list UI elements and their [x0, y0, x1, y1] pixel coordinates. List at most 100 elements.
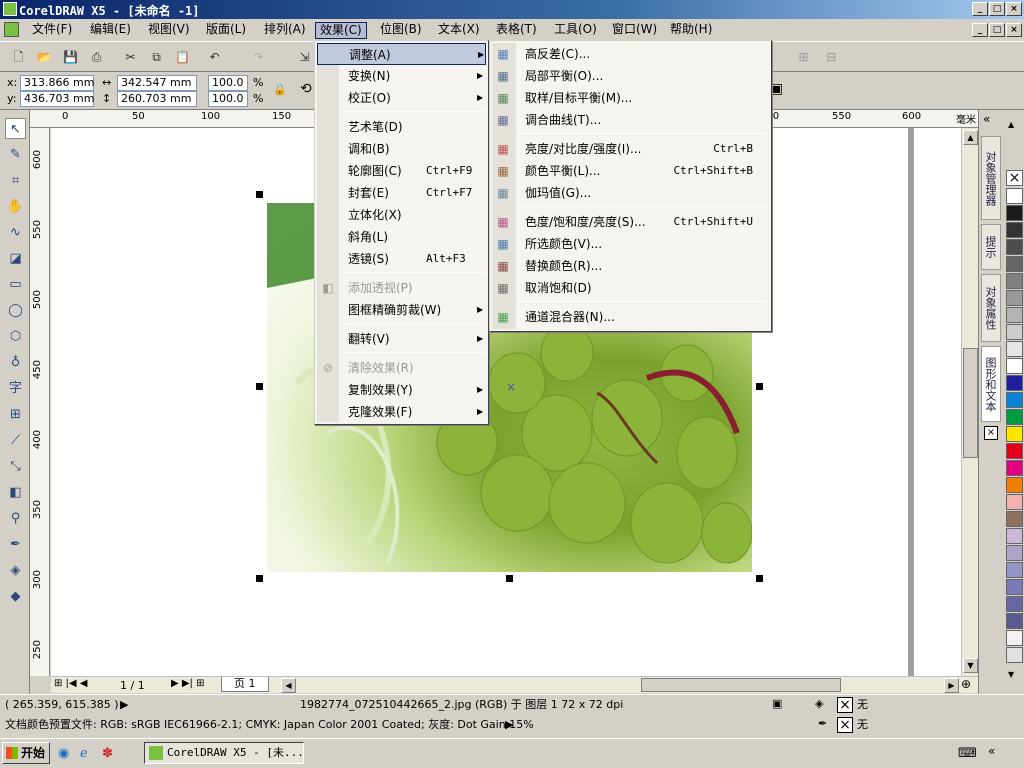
new-icon[interactable]: 🗋	[10, 49, 27, 66]
color-swatch[interactable]	[1006, 494, 1023, 510]
doc-restore-button[interactable]: □	[989, 23, 1005, 37]
menu-window[interactable]: 窗口(W)	[608, 22, 661, 39]
color-swatch[interactable]	[1006, 443, 1023, 459]
effects-item[interactable]: 斜角(L)	[317, 226, 486, 248]
h-scroll-thumb[interactable]	[641, 678, 841, 692]
keyboard-icon[interactable]: ⌨	[958, 746, 977, 761]
ellipse-tool-icon[interactable]: ◯	[5, 300, 26, 321]
scroll-down-button[interactable]: ▼	[963, 658, 978, 673]
vertical-scrollbar[interactable]: ▲ ▼	[961, 128, 978, 676]
docker-tab-object-properties[interactable]: 对象属性	[981, 274, 1001, 342]
color-swatch[interactable]	[1006, 579, 1023, 595]
freehand-tool-icon[interactable]: ∿	[5, 222, 26, 243]
color-swatch[interactable]	[1006, 545, 1023, 561]
effects-item[interactable]: 轮廓图(C) Ctrl+F9	[317, 160, 486, 182]
docker-collapse-icon[interactable]: «	[983, 112, 990, 126]
adjust-item[interactable]: ▦ 取样/目标平衡(M)...	[492, 87, 769, 109]
options-icon[interactable]: ⊟	[823, 49, 840, 66]
effects-item[interactable]: 克隆效果(F) ▶	[317, 401, 486, 423]
color-swatch[interactable]	[1006, 392, 1023, 408]
menu-file[interactable]: 文件(F)	[28, 22, 76, 39]
effects-item[interactable]: 透镜(S) Alt+F3	[317, 248, 486, 270]
color-swatch[interactable]	[1006, 273, 1023, 289]
effects-item[interactable]: 复制效果(Y) ▶	[317, 379, 486, 401]
menu-text[interactable]: 文本(X)	[434, 22, 484, 39]
menu-layout[interactable]: 版面(L)	[202, 22, 250, 39]
adjust-item[interactable]: ▦ 色度/饱和度/亮度(S)... Ctrl+Shift+U	[492, 211, 769, 233]
color-swatch[interactable]	[1006, 596, 1023, 612]
scale-x-field[interactable]: 100.0	[208, 75, 248, 91]
color-swatch[interactable]	[1006, 188, 1023, 204]
menu-view[interactable]: 视图(V)	[144, 22, 194, 39]
save-icon[interactable]: 💾	[62, 49, 79, 66]
restore-button[interactable]: □	[989, 2, 1005, 16]
rectangle-tool-icon[interactable]: ▭	[5, 274, 26, 295]
docker-tab-graphics-text[interactable]: 图形和文本	[981, 346, 1001, 422]
open-icon[interactable]: 📂	[36, 49, 53, 66]
menu-table[interactable]: 表格(T)	[492, 22, 541, 39]
selection-handle[interactable]	[756, 575, 763, 582]
menu-help[interactable]: 帮助(H)	[666, 22, 716, 39]
effects-item[interactable]: 艺术笔(D)	[317, 116, 486, 138]
adjust-item[interactable]: ▦ 通道混合器(N)...	[492, 306, 769, 328]
x-position-field[interactable]: 313.866 mm	[20, 75, 94, 91]
shape-tool-icon[interactable]: ✎	[5, 144, 26, 165]
effects-item[interactable]: ◧ 添加透视(P)	[317, 277, 486, 299]
color-swatch[interactable]	[1006, 460, 1023, 476]
doc-close-button[interactable]: ×	[1006, 23, 1022, 37]
selection-handle[interactable]	[506, 575, 513, 582]
y-position-field[interactable]: 436.703 mm	[20, 91, 94, 107]
page-tab[interactable]: 页 1	[221, 677, 269, 692]
color-swatch[interactable]	[1006, 324, 1023, 340]
scroll-left-button[interactable]: ◀	[281, 678, 296, 693]
close-button[interactable]: ×	[1006, 2, 1022, 16]
effects-item[interactable]: 封套(E) Ctrl+F7	[317, 182, 486, 204]
docker-close-icon[interactable]: ×	[984, 426, 998, 440]
palette-scroll-up-icon[interactable]: ▲	[1008, 120, 1014, 129]
eyedropper-tool-icon[interactable]: ⚲	[5, 508, 26, 529]
doc-minimize-button[interactable]: _	[972, 23, 988, 37]
profile-expand-icon[interactable]: ▶	[505, 718, 513, 732]
undo-icon[interactable]: ↶	[206, 49, 223, 66]
color-swatch[interactable]	[1006, 562, 1023, 578]
color-swatch[interactable]	[1006, 426, 1023, 442]
lock-ratio-icon[interactable]: 🔒	[273, 83, 287, 97]
color-swatch[interactable]	[1006, 409, 1023, 425]
outline-tool-icon[interactable]: ✒	[5, 534, 26, 555]
redo-icon[interactable]: ↷	[250, 49, 267, 66]
tray-expand-icon[interactable]: «	[988, 744, 995, 758]
effects-item[interactable]: 校正(O) ▶	[317, 87, 486, 109]
selection-handle[interactable]	[256, 383, 263, 390]
outline-none-swatch[interactable]: ×	[837, 717, 853, 733]
cut-icon[interactable]: ✂	[122, 49, 139, 66]
quicklaunch-ie-icon[interactable]: ℯ	[80, 746, 88, 761]
fill-none-swatch[interactable]: ×	[837, 697, 853, 713]
selection-handle[interactable]	[756, 383, 763, 390]
scale-y-field[interactable]: 100.0	[208, 91, 248, 107]
interactive-fill-icon[interactable]: ◆	[5, 586, 26, 607]
adjust-item[interactable]: ▦ 替换颜色(R)...	[492, 255, 769, 277]
color-swatch[interactable]	[1006, 239, 1023, 255]
no-color-swatch[interactable]: ×	[1006, 170, 1023, 186]
zoom-icon[interactable]: ⊕	[961, 677, 971, 691]
color-swatch[interactable]	[1006, 647, 1023, 663]
adjust-item[interactable]: ▦ 高反差(C)...	[492, 43, 769, 65]
color-swatch[interactable]	[1006, 358, 1023, 374]
effects-item[interactable]: 调和(B)	[317, 138, 486, 160]
copy-icon[interactable]: ⧉	[148, 49, 165, 66]
effects-item[interactable]: 变换(N) ▶	[317, 65, 486, 87]
scroll-right-button[interactable]: ▶	[944, 678, 959, 693]
color-swatch[interactable]	[1006, 528, 1023, 544]
effects-item[interactable]: 图框精确剪裁(W) ▶	[317, 299, 486, 321]
color-swatch[interactable]	[1006, 205, 1023, 221]
basic-shapes-icon[interactable]: ♁	[5, 352, 26, 373]
menu-edit[interactable]: 编辑(E)	[86, 22, 135, 39]
effects-item[interactable]: 立体化(X)	[317, 204, 486, 226]
adjust-item[interactable]: ▦ 局部平衡(O)...	[492, 65, 769, 87]
menu-bitmaps[interactable]: 位图(B)	[376, 22, 426, 39]
color-swatch[interactable]	[1006, 307, 1023, 323]
effects-item[interactable]: ⊘ 清除效果(R)	[317, 357, 486, 379]
status-expand-icon[interactable]: ▶	[120, 698, 128, 712]
effects-item[interactable]: 调整(A) ▶	[317, 43, 486, 65]
page-next-icon[interactable]: ▶ ▶| ⊞	[171, 678, 205, 689]
